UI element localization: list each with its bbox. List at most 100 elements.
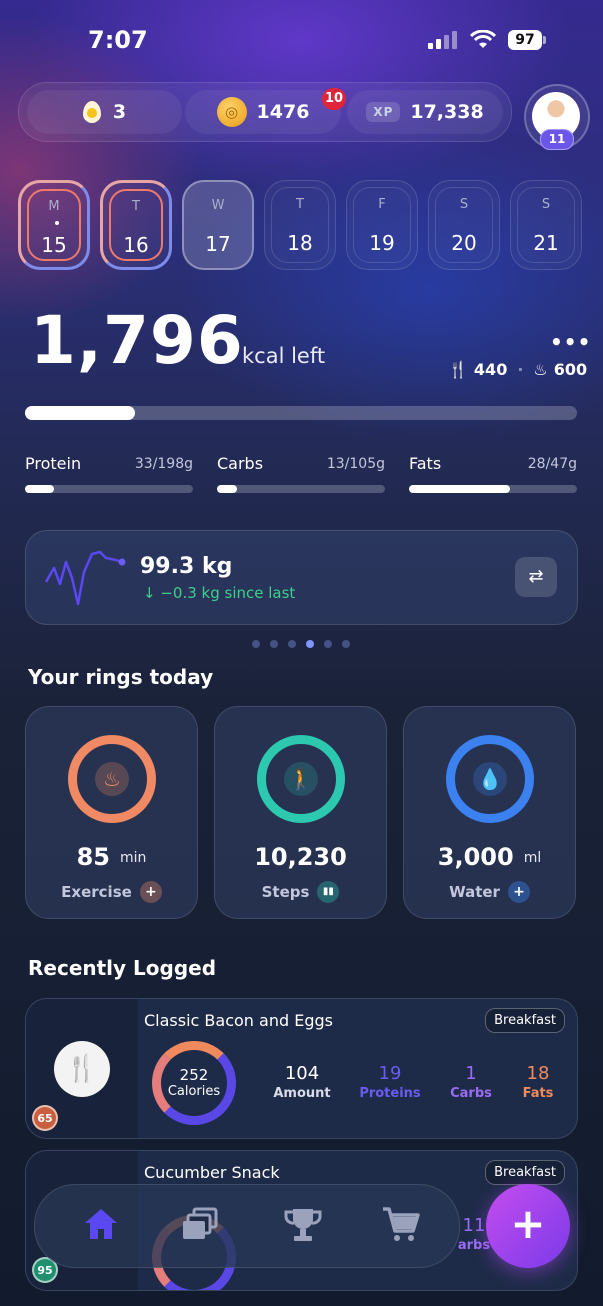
macro-progress-fill [217,485,238,493]
weight-trend-sparkline [44,550,126,606]
rings-section-title: Your rings today [28,665,214,689]
day-number: 17 [205,232,231,256]
eggs-count: 3 [112,101,127,123]
amount-label: Amount [273,1086,331,1101]
carbs-label: Carbs [450,1086,492,1101]
xp-stat[interactable]: XP 17,338 [347,90,503,134]
fats-value: 18 [526,1063,550,1084]
trophy-icon[interactable] [283,1205,323,1245]
day-friday[interactable]: F 19 [346,180,418,270]
amount-stat: 104 Amount [272,1063,332,1101]
water-ring-card[interactable]: 💧 3,000 ml Water + [403,706,576,919]
steps-ring-card[interactable]: 🚶 10,230 Steps ▮▮ [214,706,387,919]
day-saturday[interactable]: S 20 [428,180,500,270]
food-name: Classic Bacon and Eggs [144,1011,333,1030]
macro-fats: Fats 28/47g [409,454,577,493]
exercise-value: 85 [76,843,110,871]
status-time: 7:07 [88,26,148,54]
eggs-stat[interactable]: 3 [27,90,182,134]
day-number: 16 [123,233,149,257]
macro-value: 28/47g [527,456,577,472]
more-options-icon[interactable]: ••• [550,330,591,354]
flame-icon: ♨ [95,762,129,796]
add-exercise-button[interactable]: + [139,881,162,903]
day-letter: S [459,197,469,212]
wifi-icon [470,30,496,48]
carbs-stat: 1 Carbs [446,1063,496,1101]
macro-carbs: Carbs 13/105g [217,454,385,493]
carbs-value: 1 [465,1063,477,1084]
walking-icon: 🚶 [284,762,318,796]
calorie-progress-bar [25,406,577,420]
coin-icon: ◎ [216,97,247,127]
calories-eaten: 440 [473,360,508,379]
shopping-cart-icon[interactable] [381,1205,421,1245]
proteins-value: 19 [378,1063,402,1084]
day-letter: W [211,198,225,213]
add-water-button[interactable]: + [507,881,530,903]
switch-view-button[interactable]: ⇄ [515,557,557,597]
weight-change: ↓ −0.3 kg since last [143,584,296,602]
exercise-unit: min [120,850,147,866]
day-number: 19 [369,231,395,255]
meal-tag: Breakfast [485,1008,565,1033]
coins-stat[interactable]: ◎ 1476 [185,90,341,134]
water-unit: ml [523,850,542,866]
cellular-signal-icon [428,31,458,49]
food-icon: 🍴 [54,1041,110,1097]
macro-value: 13/105g [326,456,385,472]
steps-value: 10,230 [254,843,347,871]
day-number: 20 [451,231,477,255]
recent-section-title: Recently Logged [28,956,217,980]
steps-chart-icon[interactable]: ▮▮ [317,881,340,903]
coins-notification-badge: 10 [322,88,346,110]
xp-tag: XP [366,102,401,122]
exercise-ring-card[interactable]: ♨ 85 min Exercise + [25,706,198,919]
macro-protein: Protein 33/198g [25,454,193,493]
day-letter: M [48,199,60,214]
day-wednesday[interactable]: W 17 [182,180,254,270]
food-name: Cucumber Snack [144,1163,280,1182]
gallery-icon[interactable] [182,1207,220,1241]
calories-left-value: 1,796 [30,302,244,379]
food-image-area: 🍴 65 [26,999,138,1138]
calories-label: Calories [167,1084,221,1099]
water-ring: 💧 [446,735,534,823]
day-letter: S [541,197,551,212]
fats-stat: 18 Fats [516,1063,560,1101]
day-number: 21 [533,231,559,255]
day-monday[interactable]: M 15 [18,180,90,270]
logged-dot [55,221,59,225]
health-score-badge: 65 [32,1105,58,1131]
calories-ring: 252 Calories [152,1041,236,1125]
fats-label: Fats [522,1086,554,1101]
steps-ring: 🚶 [257,735,345,823]
egg-icon [82,101,101,123]
battery-indicator: 97 [508,30,542,50]
water-drop-icon: 💧 [473,762,507,796]
logged-item[interactable]: 🍴 65 Classic Bacon and Eggs Breakfast 25… [25,998,578,1139]
day-thursday[interactable]: T 18 [264,180,336,270]
day-sunday[interactable]: S 21 [510,180,582,270]
macro-bar [25,485,193,493]
proteins-label: Proteins [359,1086,421,1101]
water-label: Water [449,883,500,901]
calorie-progress-fill [25,406,136,420]
water-value: 3,000 [437,843,514,871]
macro-progress-fill [25,485,54,493]
proteins-stat: 19 Proteins [358,1063,422,1101]
coins-count: 1476 [256,101,310,123]
macro-value: 33/198g [134,456,193,472]
day-tuesday[interactable]: T 16 [100,180,172,270]
macro-bar [217,485,385,493]
add-food-button[interactable]: + [486,1184,570,1268]
xp-count: 17,338 [410,101,484,123]
day-letter: T [296,197,304,212]
day-letter: T [132,199,140,214]
amount-value: 104 [284,1063,320,1084]
home-icon[interactable] [82,1206,120,1242]
carousel-page-indicator [252,640,350,648]
exercise-ring: ♨ [68,735,156,823]
level-badge: 11 [540,129,574,150]
meal-tag: Breakfast [485,1160,565,1185]
